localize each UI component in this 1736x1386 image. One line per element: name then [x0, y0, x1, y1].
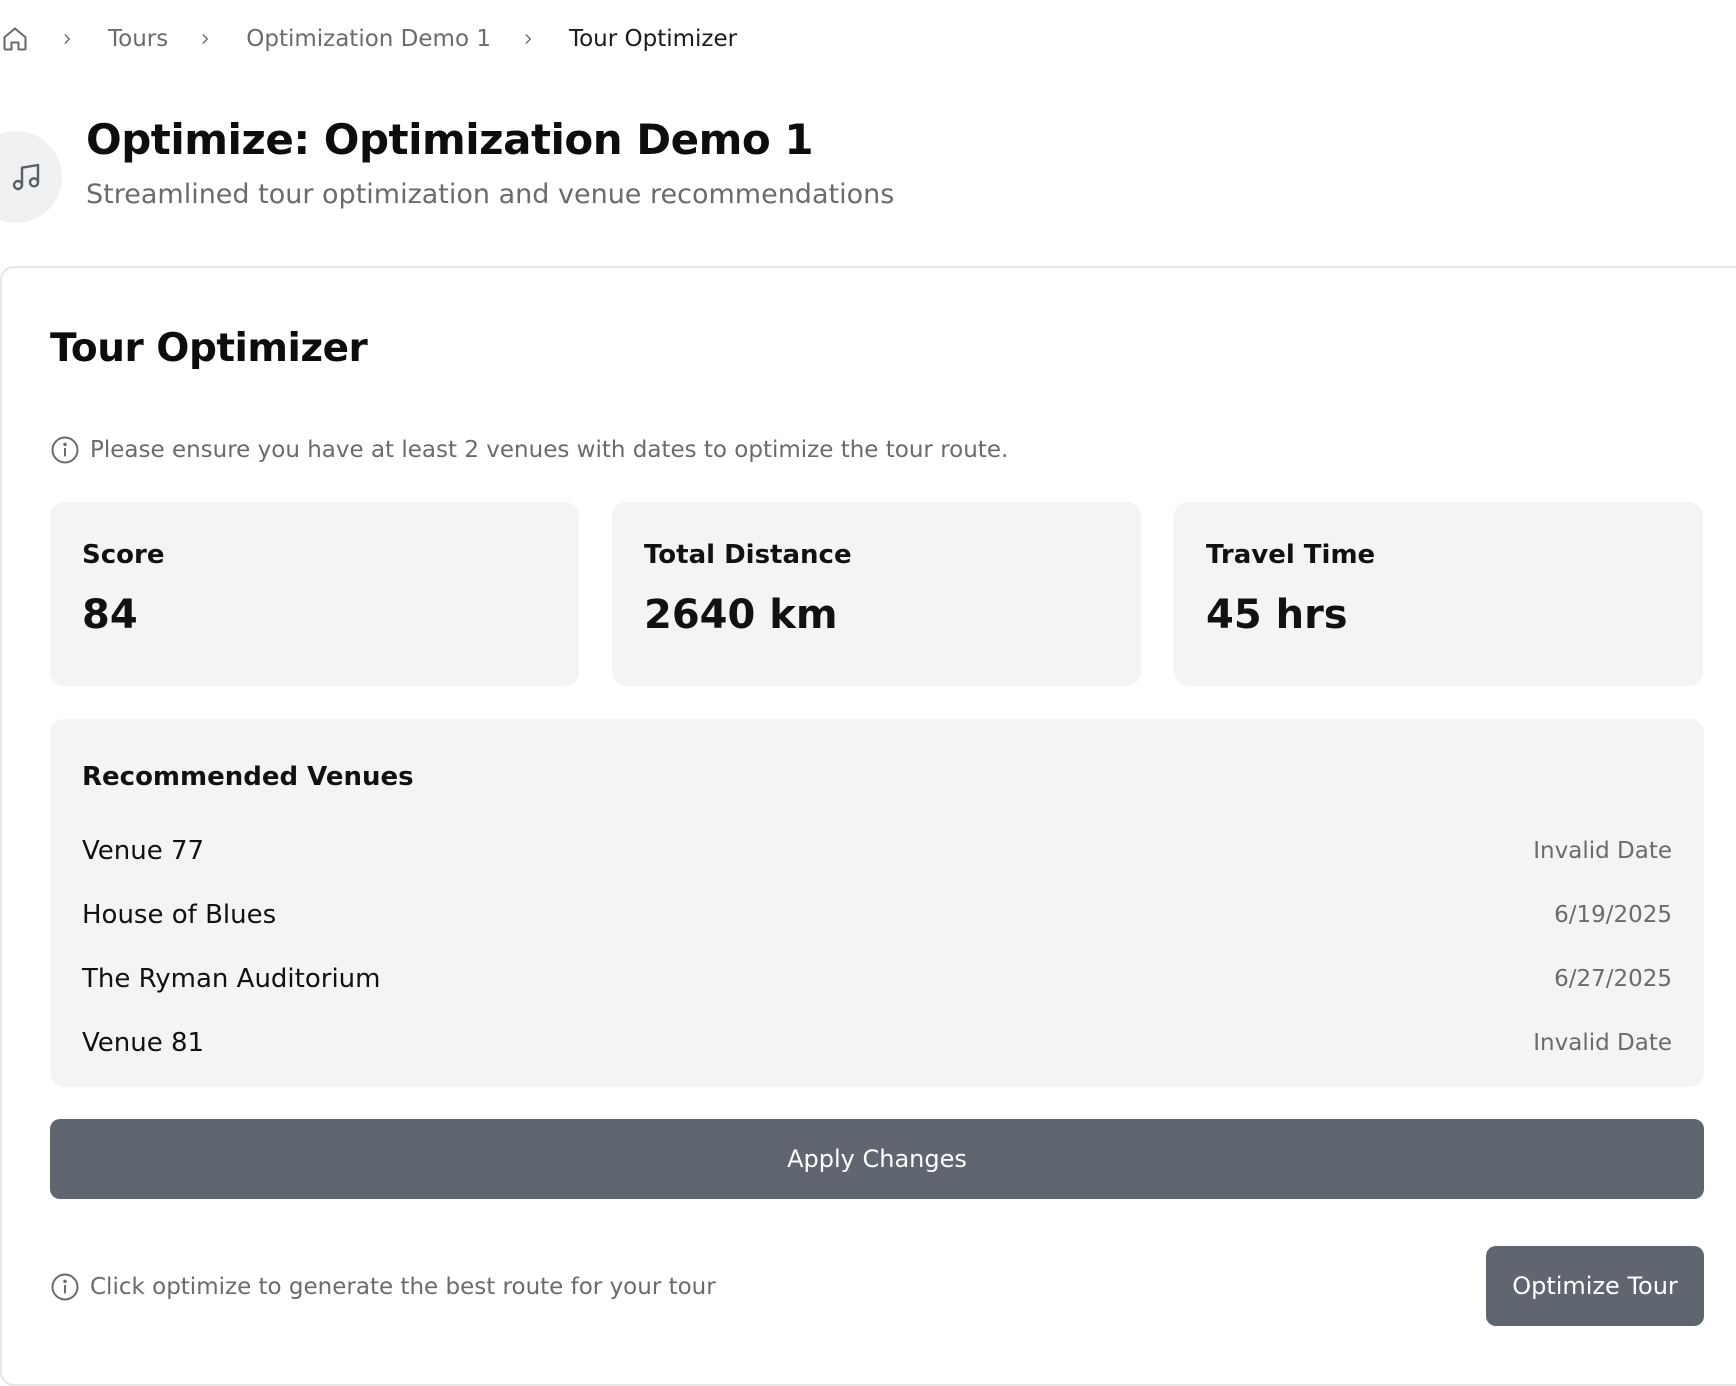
venue-name: House of Blues — [82, 900, 277, 930]
recommended-venues-title: Recommended Venues — [82, 762, 414, 792]
stat-label: Travel Time — [1206, 540, 1376, 570]
breadcrumb-current: Tour Optimizer — [568, 26, 738, 52]
list-item: House of Blues 6/19/2025 — [82, 883, 1672, 947]
info-icon — [50, 1271, 82, 1303]
stat-card-travel-time: Travel Time 45 hrs — [1174, 502, 1703, 686]
venue-date: 6/19/2025 — [1554, 902, 1672, 928]
info-icon — [50, 434, 82, 466]
venue-date: Invalid Date — [1533, 838, 1672, 864]
stat-card-total-distance: Total Distance 2640 km — [612, 502, 1141, 686]
breadcrumb-tour-name[interactable]: Optimization Demo 1 — [246, 26, 491, 52]
venue-requirement-notice: Please ensure you have at least 2 venues… — [50, 434, 1008, 466]
breadcrumb-tours[interactable]: Tours — [108, 26, 168, 52]
venue-name: Venue 77 — [82, 836, 205, 866]
breadcrumb: Tours Optimization Demo 1 Tour Optimizer — [0, 18, 737, 60]
list-item: Venue 81 Invalid Date — [82, 1011, 1672, 1075]
chevron-right-icon — [521, 31, 537, 47]
chevron-right-icon — [60, 31, 76, 47]
section-title: Tour Optimizer — [50, 326, 368, 371]
venue-date: 6/27/2025 — [1554, 966, 1672, 992]
page-subtitle: Streamlined tour optimization and venue … — [86, 179, 895, 210]
stat-value: 84 — [82, 592, 138, 638]
chevron-right-icon — [198, 31, 214, 47]
list-item: Venue 77 Invalid Date — [82, 819, 1672, 883]
stats-row: Score 84 Total Distance 2640 km Travel T… — [50, 502, 1703, 686]
optimize-tour-button[interactable]: Optimize Tour — [1486, 1246, 1704, 1326]
apply-changes-button[interactable]: Apply Changes — [50, 1119, 1704, 1199]
home-icon[interactable] — [0, 24, 30, 54]
stat-value: 45 hrs — [1206, 592, 1348, 638]
stat-label: Total Distance — [644, 540, 852, 570]
optimize-hint: Click optimize to generate the best rout… — [50, 1271, 716, 1303]
venue-name: The Ryman Auditorium — [82, 964, 381, 994]
venue-name: Venue 81 — [82, 1028, 205, 1058]
page-title: Optimize: Optimization Demo 1 — [86, 115, 814, 164]
venue-date: Invalid Date — [1533, 1030, 1672, 1056]
recommended-venues-panel: Recommended Venues Venue 77 Invalid Date… — [50, 719, 1704, 1087]
page-header: Optimize: Optimization Demo 1 Streamline… — [0, 115, 1736, 240]
list-item: The Ryman Auditorium 6/27/2025 — [82, 947, 1672, 1011]
stat-value: 2640 km — [644, 592, 838, 638]
stat-label: Score — [82, 540, 165, 570]
stat-card-score: Score 84 — [50, 502, 579, 686]
venue-list: Venue 77 Invalid Date House of Blues 6/1… — [82, 819, 1672, 1075]
notice-text: Please ensure you have at least 2 venues… — [90, 437, 1009, 463]
music-note-icon — [0, 131, 62, 223]
tour-optimizer-card: Tour Optimizer Please ensure you have at… — [0, 266, 1736, 1386]
hint-text: Click optimize to generate the best rout… — [90, 1274, 716, 1300]
